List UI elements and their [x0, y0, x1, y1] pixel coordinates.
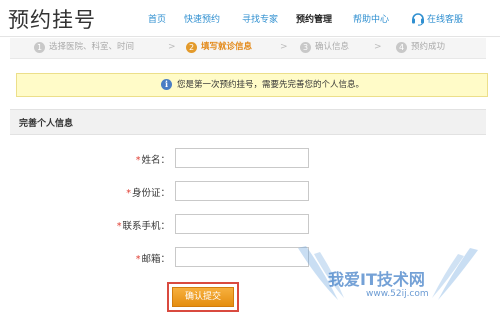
- form-row-phone: *联系手机：: [0, 214, 500, 236]
- submit-button[interactable]: 确认提交: [172, 287, 234, 307]
- info-icon: i: [161, 79, 172, 90]
- required-mark: *: [135, 155, 141, 166]
- step-label: 确认信息: [315, 42, 350, 52]
- progress-steps: 1 选择医院、科室、时间 > 2 填写就诊信息 > 3 确认信息 > 4 预约成…: [10, 38, 486, 59]
- site-watermark: 我爱IT技术网 www.52ij.com: [278, 240, 500, 315]
- watermark-text: 我爱IT技术网: [328, 270, 425, 289]
- online-service-label: 在线客服: [427, 15, 464, 25]
- top-header: 预约挂号 首页 快速预约 寻找专家 预约管理 帮助中心 在线客服: [0, 0, 500, 37]
- nav-item-home[interactable]: 首页: [148, 12, 166, 25]
- step-number: 3: [300, 42, 311, 53]
- nav-item-help-center[interactable]: 帮助中心: [353, 12, 389, 25]
- field-label: *邮箱：: [135, 254, 170, 265]
- step-arrow-icon: >: [280, 42, 288, 52]
- id-card-input[interactable]: [175, 181, 309, 201]
- nav-item-quick-booking[interactable]: 快速预约: [184, 12, 220, 25]
- page-title: 预约挂号: [8, 8, 96, 32]
- first-time-notice: i 您是第一次预约挂号，需要先完善您的个人信息。: [16, 73, 488, 97]
- form-row-name: *姓名：: [0, 148, 500, 170]
- form-row-id-card: *身份证：: [0, 181, 500, 203]
- section-header: 完善个人信息: [10, 109, 486, 135]
- nav-item-booking-management[interactable]: 预约管理: [296, 12, 332, 25]
- phone-input[interactable]: [175, 214, 309, 234]
- watermark-url: www.52ij.com: [366, 289, 429, 299]
- step-label: 填写就诊信息: [201, 42, 253, 52]
- step-arrow-icon: >: [168, 42, 176, 52]
- required-mark: *: [126, 188, 131, 199]
- nav-item-find-expert[interactable]: 寻找专家: [242, 12, 278, 25]
- notice-text: 您是第一次预约挂号，需要先完善您的个人信息。: [177, 80, 365, 90]
- name-input[interactable]: [175, 148, 309, 168]
- headset-icon: [412, 13, 424, 26]
- required-mark: *: [116, 221, 122, 232]
- section-title: 完善个人信息: [19, 119, 74, 129]
- step-number: 4: [396, 42, 407, 53]
- step-number: 2: [186, 42, 197, 53]
- step-number: 1: [34, 42, 45, 53]
- step-label: 预约成功: [411, 42, 446, 52]
- field-label: *姓名：: [135, 155, 170, 166]
- required-mark: *: [135, 254, 141, 265]
- submit-highlight: 确认提交: [167, 282, 239, 312]
- field-label: *身份证：: [126, 188, 170, 199]
- step-label: 选择医院、科室、时间: [49, 42, 135, 52]
- field-label: *联系手机：: [116, 221, 170, 232]
- step-arrow-icon: >: [374, 42, 382, 52]
